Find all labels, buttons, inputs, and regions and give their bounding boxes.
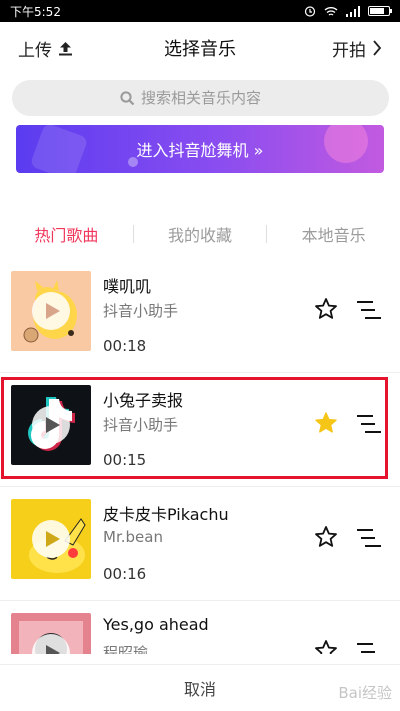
top-bar: 上传 选择音乐 开拍 (0, 22, 400, 74)
tab-favorites[interactable]: 我的收藏 (134, 222, 267, 246)
music-tabs: 热门歌曲 我的收藏 本地音乐 (0, 216, 400, 252)
star-outline-icon[interactable] (314, 525, 338, 549)
upload-icon (59, 42, 72, 56)
signal-icon (346, 5, 360, 17)
alarm-icon (304, 6, 316, 17)
search-icon (120, 90, 135, 105)
song-row[interactable]: 噗叽叽 抖音小助手 00:18 (0, 259, 400, 373)
banner-decoration (324, 125, 368, 163)
watermark: Bai经验 (338, 684, 392, 702)
song-cover (11, 499, 91, 579)
song-name: Yes,go ahead (103, 615, 209, 634)
star-outline-icon[interactable] (314, 297, 338, 321)
song-row[interactable]: 皮卡皮卡Pikachu Mr.bean 00:16 (0, 487, 400, 601)
song-artist: Mr.bean (103, 528, 163, 546)
search-bar[interactable] (12, 80, 389, 116)
status-time: 下午5:52 (10, 4, 61, 19)
tab-hot-songs[interactable]: 热门歌曲 (0, 222, 133, 246)
song-row[interactable]: Yes,go ahead 程昭瑜 (0, 601, 400, 654)
cancel-label: 取消 (183, 680, 216, 699)
song-name: 噗叽叽 (103, 277, 152, 296)
upload-button[interactable]: 上传 (18, 36, 73, 61)
chevron-right-icon (373, 40, 382, 56)
song-name: 皮卡皮卡Pikachu (103, 505, 229, 524)
play-icon[interactable] (32, 520, 70, 558)
playlist-menu-icon[interactable] (357, 642, 381, 654)
highlight-box (1, 377, 388, 479)
status-icons (304, 5, 392, 17)
song-artist: 程昭瑜 (103, 644, 149, 654)
tab-local-music[interactable]: 本地音乐 (267, 222, 400, 246)
search-input[interactable] (141, 89, 281, 107)
playlist-menu-icon[interactable] (357, 300, 381, 320)
upload-label: 上传 (18, 40, 52, 61)
star-outline-icon[interactable] (314, 639, 338, 654)
battery-icon (368, 6, 392, 16)
song-artist: 抖音小助手 (103, 302, 179, 320)
song-cover (11, 271, 91, 351)
song-cover (11, 613, 91, 654)
play-icon[interactable] (32, 292, 70, 330)
banner-decoration (29, 125, 89, 173)
status-bar: 下午5:52 (0, 0, 400, 22)
banner-label: 进入抖音尬舞机 » (136, 141, 264, 160)
playlist-menu-icon[interactable] (357, 528, 381, 548)
song-duration: 00:18 (103, 337, 147, 355)
song-duration: 00:16 (103, 565, 147, 583)
wifi-icon (324, 6, 338, 16)
shoot-button[interactable]: 开拍 (332, 36, 382, 61)
shoot-label: 开拍 (332, 40, 366, 61)
dance-machine-banner[interactable]: 进入抖音尬舞机 » (16, 125, 384, 173)
